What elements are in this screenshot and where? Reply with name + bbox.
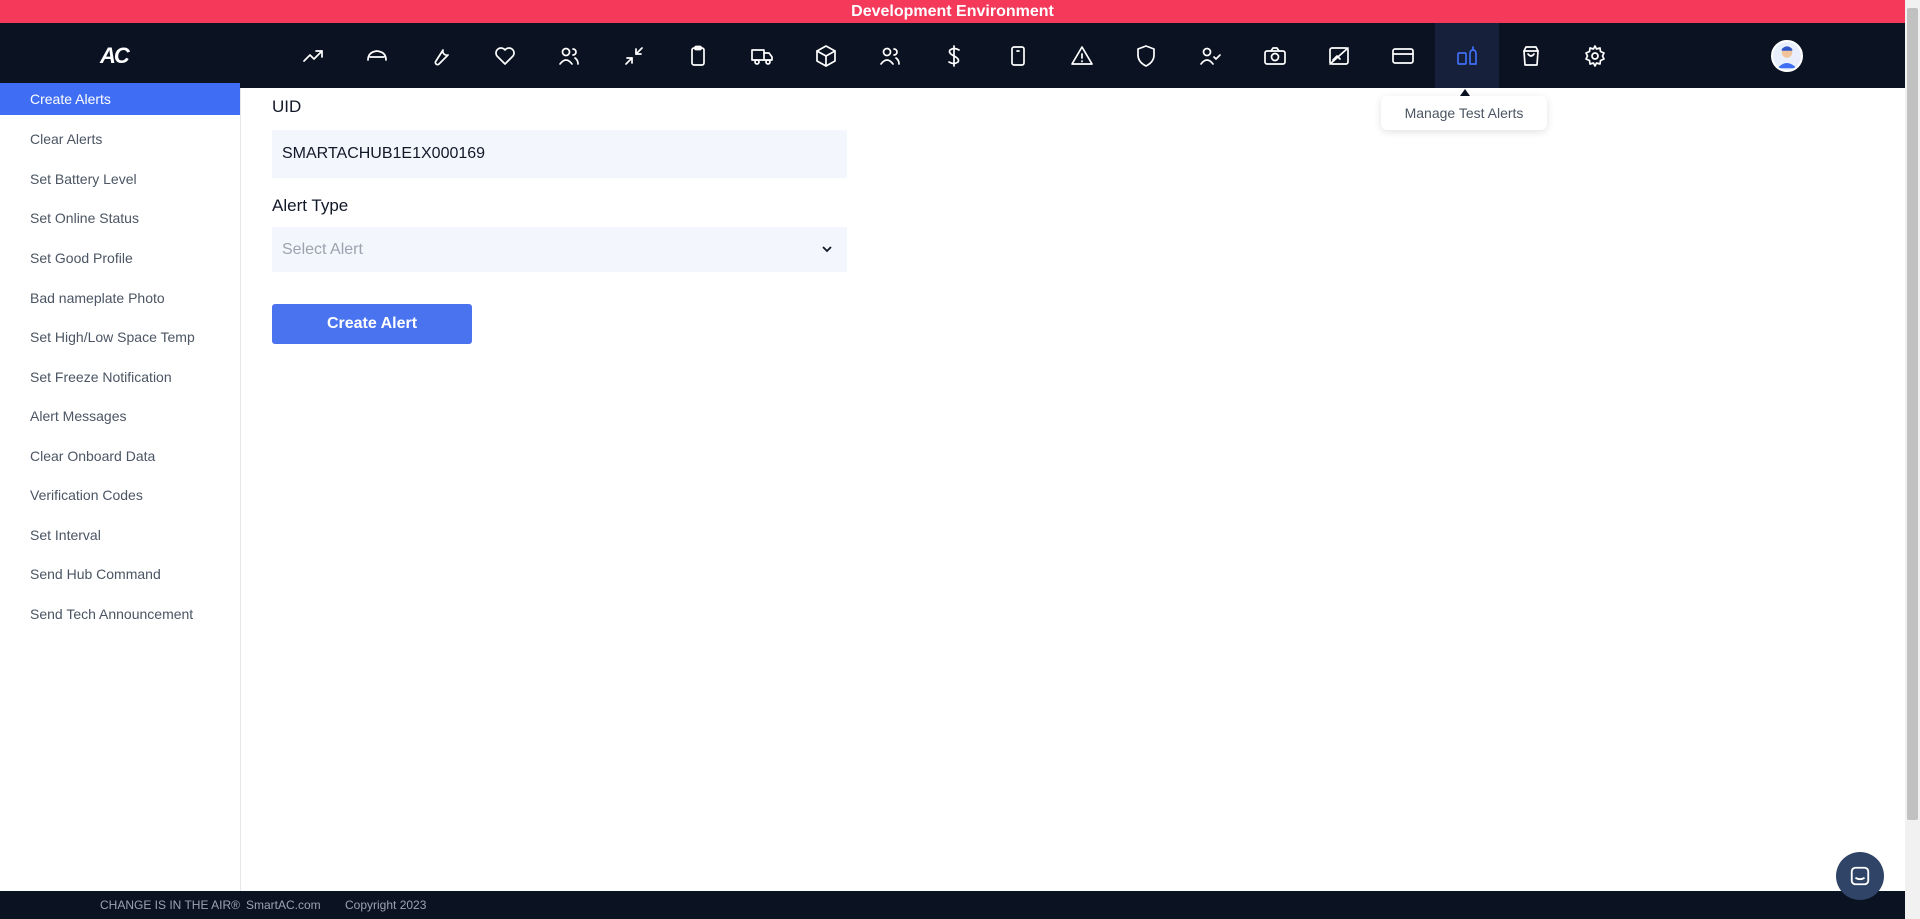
sidebar-item-create-alerts[interactable]: Create Alerts [0, 83, 240, 115]
nav-camera-button[interactable] [1243, 23, 1307, 88]
nav-trending-button[interactable] [281, 23, 345, 88]
nav-test-alert-button[interactable] [1434, 23, 1499, 88]
nav-icon-bar [0, 23, 1905, 88]
nav-clipboard-button[interactable] [666, 23, 730, 88]
nav-users-group-button[interactable] [858, 23, 922, 88]
user-check-icon [1200, 47, 1222, 65]
nav-device-button[interactable] [986, 23, 1050, 88]
car-icon [367, 49, 387, 61]
gear-icon [1585, 44, 1605, 67]
sidebar-item-send-tech-announcement[interactable]: Send Tech Announcement [0, 598, 240, 630]
nav-box-button[interactable] [794, 23, 858, 88]
nav-shield-button[interactable] [1114, 23, 1178, 88]
sidebar-item-set-high-low-space-temp[interactable]: Set High/Low Space Temp [0, 321, 240, 353]
sidebar-item-set-battery-level[interactable]: Set Battery Level [0, 163, 240, 195]
nav-warning-button[interactable] [1050, 23, 1114, 88]
environment-banner: Development Environment [0, 0, 1905, 23]
clipboard-icon [690, 45, 705, 66]
footer: CHANGE IS IN THE AIR® SmartAC.com Copyri… [0, 891, 1905, 919]
sidebar-item-set-good-profile[interactable]: Set Good Profile [0, 242, 240, 274]
test-alert-icon [1456, 45, 1477, 65]
nav-credit-card-button[interactable] [1371, 23, 1435, 88]
nav-user-check-button[interactable] [1178, 23, 1242, 88]
footer-tagline: CHANGE IS IN THE AIR® [100, 898, 240, 912]
tooltip-caret [1460, 89, 1470, 96]
nav-wrench-button[interactable] [409, 23, 473, 88]
nav-dollar-button[interactable] [922, 23, 986, 88]
nav-tooltip: Manage Test Alerts [1381, 96, 1547, 130]
sidebar-item-clear-onboard-data[interactable]: Clear Onboard Data [0, 440, 240, 472]
nav-shopping-bag-button[interactable] [1499, 23, 1563, 88]
chevron-down-icon [822, 246, 832, 253]
nav-car-button[interactable] [345, 23, 409, 88]
sidebar: Create Alerts Clear Alerts Set Battery Lev… [0, 83, 241, 891]
nav-minimize-button[interactable] [602, 23, 666, 88]
users-icon [559, 47, 580, 65]
sidebar-item-send-hub-command[interactable]: Send Hub Command [0, 558, 240, 590]
box-icon [815, 44, 836, 67]
scroll-thumb[interactable] [1907, 8, 1918, 820]
sidebar-item-clear-alerts[interactable]: Clear Alerts [0, 123, 240, 155]
alert-type-select[interactable]: Select Alert [272, 227, 847, 272]
uid-label: UID [272, 97, 302, 116]
nav-truck-button[interactable] [730, 23, 794, 88]
camera-icon [1263, 46, 1286, 65]
sidebar-item-set-freeze-notification[interactable]: Set Freeze Notification [0, 361, 240, 393]
image-off-icon [1328, 46, 1349, 65]
sidebar-item-bad-nameplate-photo[interactable]: Bad nameplate Photo [0, 282, 240, 314]
sidebar-item-alert-messages[interactable]: Alert Messages [0, 400, 240, 432]
nav-users-button[interactable] [537, 23, 601, 88]
nav-gear-button[interactable] [1563, 23, 1627, 88]
chat-launcher-button[interactable] [1836, 852, 1884, 900]
alert-type-label: Alert Type [272, 196, 349, 215]
top-navigation: AC [0, 23, 1905, 88]
nav-heart-button[interactable] [473, 23, 537, 88]
footer-site-link[interactable]: SmartAC.com [246, 891, 321, 919]
device-icon [1011, 45, 1025, 66]
warning-icon [1071, 45, 1094, 65]
heart-icon [495, 46, 516, 65]
page-scrollbar[interactable] [1905, 0, 1920, 919]
wrench-icon [434, 48, 450, 65]
sidebar-item-set-interval[interactable]: Set Interval [0, 519, 240, 551]
footer-copyright: Copyright 2023 [345, 898, 427, 912]
dollar-icon [948, 44, 960, 67]
shield-icon [1137, 44, 1156, 67]
user-avatar[interactable] [1771, 40, 1803, 72]
alert-type-placeholder: Select Alert [282, 241, 363, 258]
sidebar-item-set-online-status[interactable]: Set Online Status [0, 202, 240, 234]
minimize-icon [624, 46, 643, 65]
shopping-bag-icon [1523, 45, 1539, 66]
trending-icon [303, 49, 323, 62]
users-group-icon [880, 47, 900, 65]
uid-input[interactable]: SMARTACHUB1E1X000169 [272, 130, 847, 178]
create-alert-button[interactable]: Create Alert [272, 304, 472, 344]
nav-image-off-button[interactable] [1307, 23, 1371, 88]
credit-card-icon [1391, 47, 1414, 64]
sidebar-item-verification-codes[interactable]: Verification Codes [0, 479, 240, 511]
truck-icon [750, 48, 773, 65]
chat-icon [1850, 866, 1870, 886]
